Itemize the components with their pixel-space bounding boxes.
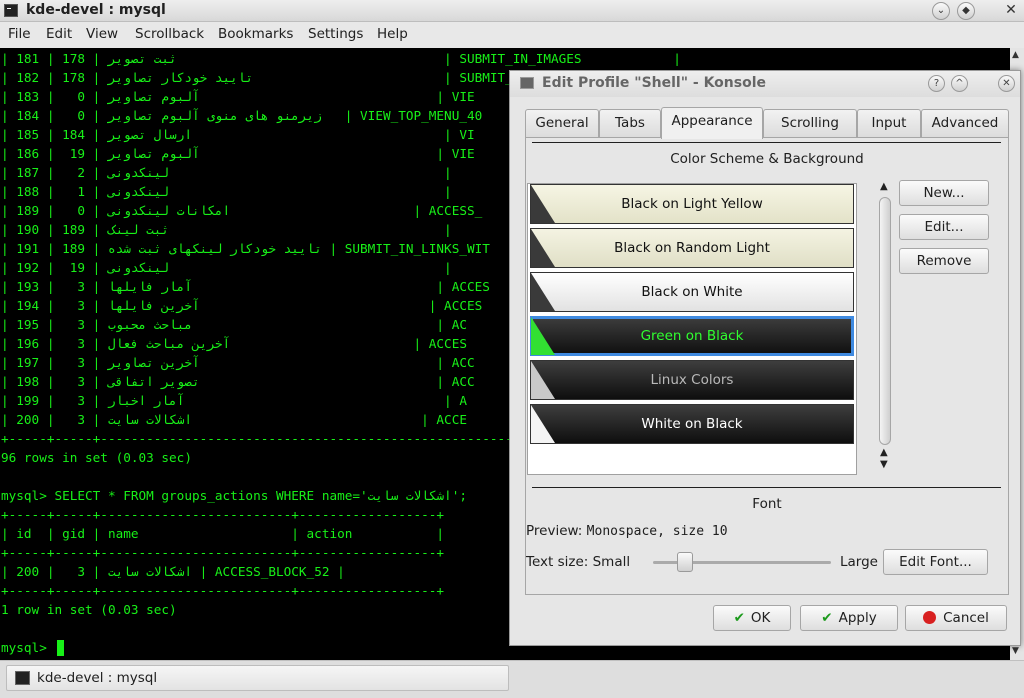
terminal-line: | 199 | 3 | آمار اخبار | A <box>1 393 467 408</box>
preview-label: Preview: <box>526 523 583 539</box>
terminal-line: | 188 | 1 | لینکدونی | <box>1 184 452 199</box>
menu-scrollback[interactable]: Scrollback <box>135 26 204 42</box>
terminal-line: | 182 | 178 | تایید خودکار تصاویر | SUBM… <box>1 70 536 85</box>
cancel-icon <box>923 611 937 624</box>
terminal-line: | 190 | 189 | ثبت لینک | <box>1 222 452 237</box>
terminal-line: | 187 | 2 | لینکدونی | <box>1 165 452 180</box>
task-label: kde-devel : mysql <box>37 670 158 686</box>
terminal-line: | 184 | 0 | زیرمنو های منوی آلبوم تصاویر… <box>1 108 483 123</box>
dialog-titlebar: Edit Profile "Shell" - Konsole ? ^ ✕ <box>510 71 1020 97</box>
terminal-line: | 181 | 178 | ثبت تصویر | SUBMIT_IN_IMAG… <box>1 51 681 66</box>
terminal-line: | 183 | 0 | آلبوم تصاویر | VIE <box>1 89 475 104</box>
close-button[interactable]: ✕ <box>1002 2 1020 20</box>
tab-input[interactable]: Input <box>857 109 921 137</box>
edit-scheme-button[interactable]: Edit... <box>899 214 989 240</box>
scroll-down-icon[interactable]: ▲ <box>880 447 888 458</box>
scheme-list-scrollbar[interactable]: ▲ ▲ ▼ <box>877 181 893 473</box>
terminal-line: | 198 | 3 | تصویر اتفاقی | ACC <box>1 374 475 389</box>
color-separator <box>532 142 1001 143</box>
terminal-line: | 189 | 0 | امکانات لینکدونی | ACCESS_ <box>1 203 483 218</box>
maximize-button[interactable]: ◆ <box>957 2 975 20</box>
remove-scheme-button[interactable]: Remove <box>899 248 989 274</box>
window-title: kde-devel : mysql <box>26 2 166 18</box>
dialog-title: Edit Profile "Shell" - Konsole <box>542 75 766 91</box>
scroll-down-icon[interactable]: ▼ <box>1012 646 1019 656</box>
shade-icon[interactable]: ^ <box>951 75 968 92</box>
edit-font-button[interactable]: Edit Font... <box>883 549 988 575</box>
terminal-line: +-----+-----+-------------------------+-… <box>1 545 445 560</box>
font-preview: Preview: Monospace, size 10 <box>526 523 728 539</box>
scheme-item[interactable]: Black on Random Light <box>530 228 854 268</box>
terminal-line: | 200 | 3 | اشکالات سایت | ACCESS_BLOCK_… <box>1 564 345 579</box>
minimize-button[interactable]: ⌄ <box>932 2 950 20</box>
font-section-title: Font <box>752 496 782 512</box>
menubar: File Edit View Scrollback Bookmarks Sett… <box>0 22 1024 48</box>
menu-bookmarks[interactable]: Bookmarks <box>218 26 293 42</box>
terminal-line: | 185 | 184 | ارسال تصویر | VI <box>1 127 475 142</box>
tab-advanced[interactable]: Advanced <box>921 109 1009 137</box>
terminal-cursor <box>57 640 64 656</box>
scheme-item[interactable]: Linux Colors <box>530 360 854 400</box>
font-separator <box>532 487 1001 488</box>
terminal-line: mysql> <box>1 640 55 655</box>
terminal-line: | 200 | 3 | اشکالات سایت | ACCE <box>1 412 467 427</box>
menu-settings[interactable]: Settings <box>308 26 363 42</box>
menu-help[interactable]: Help <box>377 26 408 42</box>
tab-appearance[interactable]: Appearance <box>661 107 763 139</box>
terminal-line: mysql> SELECT * FROM groups_actions WHER… <box>1 488 467 503</box>
preview-value: Monospace, size 10 <box>586 524 728 539</box>
tab-general[interactable]: General <box>525 109 599 137</box>
konsole-task-icon <box>15 671 30 685</box>
tab-scrolling[interactable]: Scrolling <box>763 109 857 137</box>
terminal-line: | id | gid | name | action | <box>1 526 445 541</box>
menu-edit[interactable]: Edit <box>46 26 72 42</box>
text-size-large-label: Large <box>840 554 878 570</box>
window-titlebar: kde-devel : mysql ⌄ ◆ ✕ <box>0 0 1024 22</box>
check-icon: ✔ <box>733 610 745 626</box>
scheme-item[interactable]: Black on Light Yellow <box>530 184 854 224</box>
menu-view[interactable]: View <box>86 26 118 42</box>
terminal-line: +-----+-----+-------------------------+-… <box>1 507 445 522</box>
tab-tabs[interactable]: Tabs <box>599 109 661 137</box>
check-icon: ✔ <box>821 610 833 626</box>
konsole-icon <box>4 4 18 17</box>
terminal-line: | 196 | 3 | آخرین مباحث فعال | ACCES <box>1 336 467 351</box>
scheme-item-selected[interactable]: Green on Black <box>530 316 854 356</box>
scroll-up-icon[interactable]: ▲ <box>1012 50 1019 60</box>
taskbar-task[interactable]: kde-devel : mysql <box>6 665 509 691</box>
text-size-label: Text size: Small <box>526 554 631 570</box>
terminal-line: | 194 | 3 | آخرین فایلها | ACCES <box>1 298 483 313</box>
terminal-line: | 197 | 3 | آخرین تصاویر | ACC <box>1 355 475 370</box>
terminal-line: +-----+-----+-------------------------+-… <box>1 583 445 598</box>
dialog-close-icon[interactable]: ✕ <box>998 75 1015 92</box>
taskbar: kde-devel : mysql <box>0 660 1024 698</box>
color-scheme-list[interactable]: Black on Light Yellow Black on Random Li… <box>527 183 857 475</box>
scrollbar-thumb[interactable] <box>879 197 891 445</box>
scheme-item[interactable]: White on Black <box>530 404 854 444</box>
new-scheme-button[interactable]: New... <box>899 180 989 206</box>
apply-button[interactable]: ✔ Apply <box>800 605 898 631</box>
terminal-line: | 191 | 189 | تایید خودکار لینکهای ثبت ش… <box>1 241 490 256</box>
scroll-down-icon[interactable]: ▼ <box>880 459 888 470</box>
help-icon[interactable]: ? <box>928 75 945 92</box>
terminal-line: | 186 | 19 | آلبوم تصاویر | VIE <box>1 146 475 161</box>
terminal-line: 96 rows in set (0.03 sec) <box>1 450 192 465</box>
terminal-line: 1 row in set (0.03 sec) <box>1 602 177 617</box>
slider-handle[interactable] <box>677 552 694 572</box>
scroll-up-icon[interactable]: ▲ <box>880 181 888 192</box>
dialog-icon <box>520 77 534 89</box>
cancel-button[interactable]: Cancel <box>905 605 1007 631</box>
terminal-line: | 193 | 3 | آمار فایلها | ACCES <box>1 279 490 294</box>
terminal-line: | 192 | 19 | لینکدونی | <box>1 260 452 275</box>
terminal-line: | 195 | 3 | مباحث محبوب | AC <box>1 317 467 332</box>
color-section-title: Color Scheme & Background <box>670 151 864 167</box>
ok-button[interactable]: ✔ OK <box>713 605 791 631</box>
edit-profile-dialog: Edit Profile "Shell" - Konsole ? ^ ✕ Gen… <box>509 70 1021 646</box>
menu-file[interactable]: File <box>8 26 31 42</box>
scheme-item[interactable]: Black on White <box>530 272 854 312</box>
